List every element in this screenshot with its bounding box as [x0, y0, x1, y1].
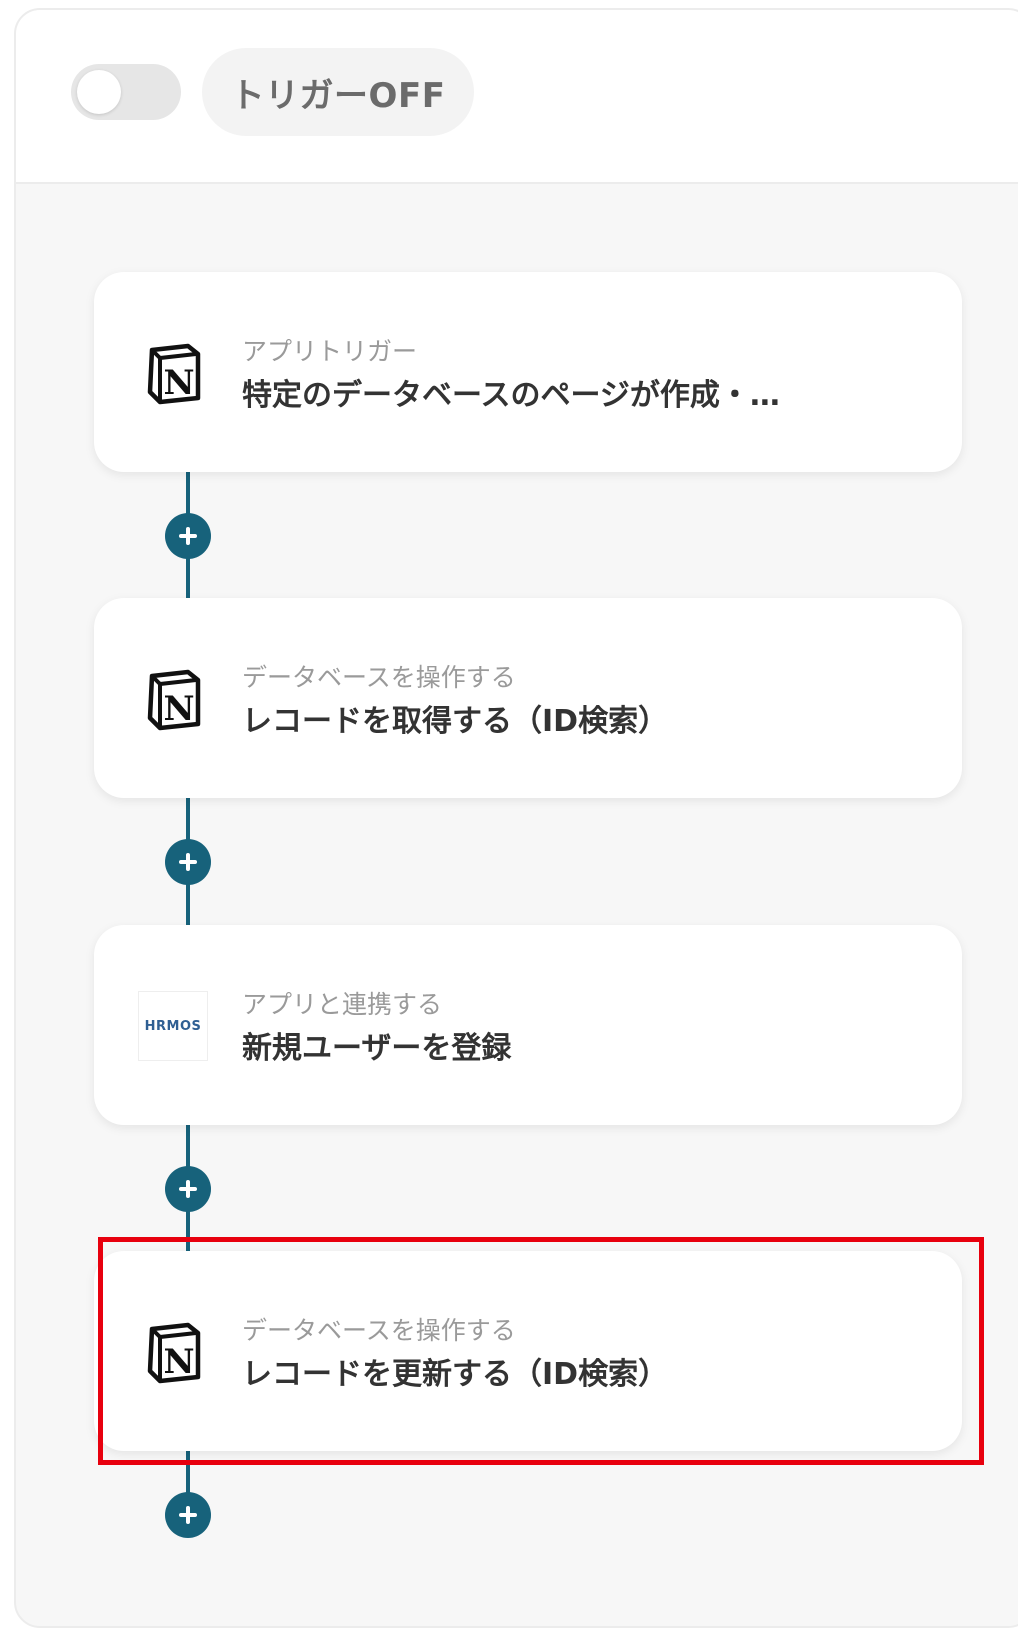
step-type-label: データベースを操作する — [242, 1316, 516, 1345]
flow-header: トリガーOFF — [16, 10, 1018, 184]
flow-step-card[interactable]: N データベースを操作する レコードを更新する（ID検索） — [94, 1251, 962, 1451]
svg-text:N: N — [163, 363, 194, 403]
hrmos-icon: HRMOS — [138, 991, 208, 1061]
trigger-status-label: トリガーOFF — [230, 75, 446, 116]
hrmos-logo-text: HRMOS — [144, 1018, 202, 1034]
step-type-label: アプリと連携する — [242, 990, 443, 1019]
flow-step-card[interactable]: N データベースを操作する レコードを取得する（ID検索） — [94, 598, 962, 798]
trigger-status-badge: トリガーOFF — [202, 48, 474, 136]
add-step-button[interactable] — [165, 1166, 211, 1212]
add-step-button[interactable] — [165, 513, 211, 559]
step-title: レコードを更新する（ID検索） — [242, 1357, 669, 1392]
notion-icon: N — [138, 664, 208, 734]
add-step-button[interactable] — [165, 839, 211, 885]
svg-text:N: N — [163, 689, 194, 729]
step-type-label: アプリトリガー — [242, 337, 418, 366]
flow-step-card[interactable]: N アプリトリガー 特定のデータベースのページが作成・… — [94, 272, 962, 472]
svg-text:N: N — [163, 1342, 194, 1382]
notion-icon: N — [138, 1317, 208, 1387]
step-title: 特定のデータベースのページが作成・… — [242, 378, 780, 413]
step-type-label: データベースを操作する — [242, 663, 516, 692]
trigger-toggle[interactable] — [71, 64, 181, 120]
step-title: レコードを取得する（ID検索） — [242, 704, 669, 739]
notion-icon: N — [138, 338, 208, 408]
toggle-knob — [77, 70, 121, 114]
step-title: 新規ユーザーを登録 — [242, 1031, 512, 1066]
flow-step-card[interactable]: HRMOS アプリと連携する 新規ユーザーを登録 — [94, 925, 962, 1125]
add-step-button[interactable] — [165, 1492, 211, 1538]
